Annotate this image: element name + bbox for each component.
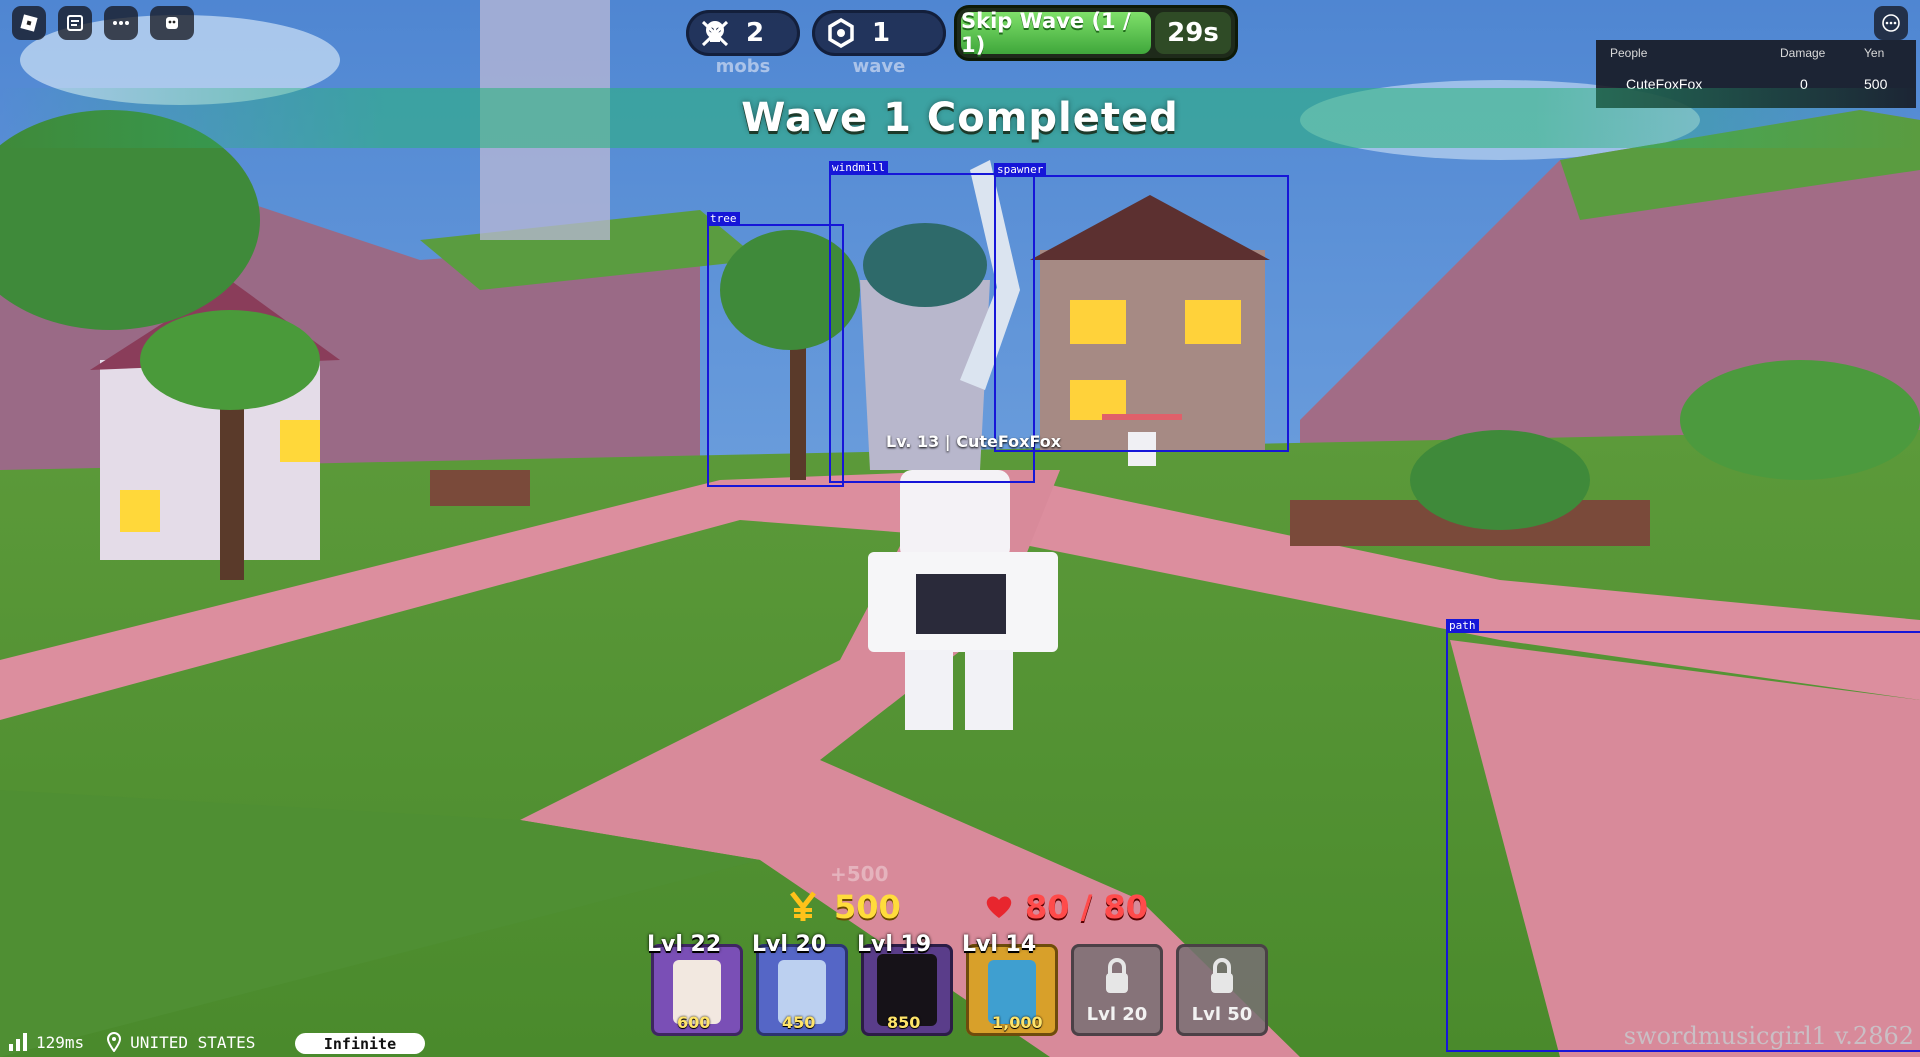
health-value: 80 / 80 [1025,888,1149,926]
ping-value: 129ms [36,1032,85,1052]
leaderboard-header-people: People [1610,46,1648,60]
roblox-logo-icon [20,14,38,32]
skull-icon [701,20,729,47]
unit-slot-3[interactable]: Lvl 19 850 [857,932,953,1036]
unit-cost: 450 [782,1013,816,1032]
chat-icon [67,15,83,31]
lock-icon [1106,958,1128,993]
yen-amount: 500 [834,888,901,926]
wave-completed-text: Wave 1 Completed [741,95,1179,141]
location-pin-icon [107,1032,122,1052]
detection-label: windmill [829,161,888,174]
unit-level: Lvl 22 [647,932,722,957]
heart-icon [986,896,1012,918]
detection-box-tree: tree [707,212,844,487]
lock-icon [1211,958,1233,993]
leaderboard-header-yen: Yen [1864,46,1885,60]
mobs-counter: 2 [686,10,800,56]
locked-slot-1[interactable]: Lvl 20 [1071,944,1163,1036]
wave-count: 1 [872,18,891,48]
unit-level: Lvl 14 [962,932,1037,957]
mobs-count: 2 [746,18,765,48]
region-value: UNITED STATES [130,1032,256,1052]
signal-bars-icon [9,1033,27,1051]
menu-dots-icon [1882,14,1900,32]
yen-balance: 500 [788,888,901,926]
emote-button[interactable] [150,6,194,40]
chat-button[interactable] [58,6,92,40]
connection-status: 129ms UNITED STATES [8,1032,255,1052]
detection-label: path [1446,619,1479,632]
unit-cost: 600 [677,1013,711,1032]
unit-slot-2[interactable]: Lvl 20 450 [752,932,848,1036]
detection-box-spawner: spawner [994,163,1289,452]
wave-completed-banner: Wave 1 Completed [0,88,1920,148]
detection-label: spawner [994,163,1047,176]
yen-gain-popup: +500 [830,862,889,886]
roblox-menu-button[interactable] [12,6,46,40]
yen-icon [790,891,816,921]
unit-cost: 850 [887,1013,921,1032]
skip-wave-panel: Skip Wave (1 / 1) 29s [957,8,1235,58]
skip-wave-button[interactable]: Skip Wave (1 / 1) [961,9,1151,57]
leaderboard-header-damage: Damage [1780,46,1826,60]
detection-label: tree [707,212,740,225]
mobs-label: mobs [715,56,771,77]
base-health: 80 / 80 [985,888,1148,926]
unit-cost: 1,000 [992,1013,1043,1032]
wave-gear-icon [828,18,854,48]
wave-label: wave [852,56,906,77]
more-icon [113,21,129,25]
skip-wave-timer: 29s [1155,12,1231,54]
unit-level: Lvl 20 [752,932,827,957]
game-mode-badge: Infinite [295,1033,425,1054]
player-name-tag: Lv. 13 | CuteFoxFox [886,432,1062,451]
more-options-button[interactable] [104,6,138,40]
detection-box-path: path [1446,619,1920,1052]
version-watermark: swordmusicgirl1 v.2862 [1623,1022,1914,1050]
wave-counter: 1 [812,10,946,56]
unlock-level: Lvl 50 [1191,1004,1253,1025]
emote-icon [166,17,178,29]
unit-slot-1[interactable]: Lvl 22 600 [647,932,743,1036]
locked-slot-2[interactable]: Lvl 50 [1176,944,1268,1036]
unit-level: Lvl 19 [857,932,932,957]
unit-slot-4[interactable]: Lvl 14 1,000 [962,932,1058,1036]
settings-menu-button[interactable] [1874,6,1908,40]
unlock-level: Lvl 20 [1086,1004,1148,1025]
